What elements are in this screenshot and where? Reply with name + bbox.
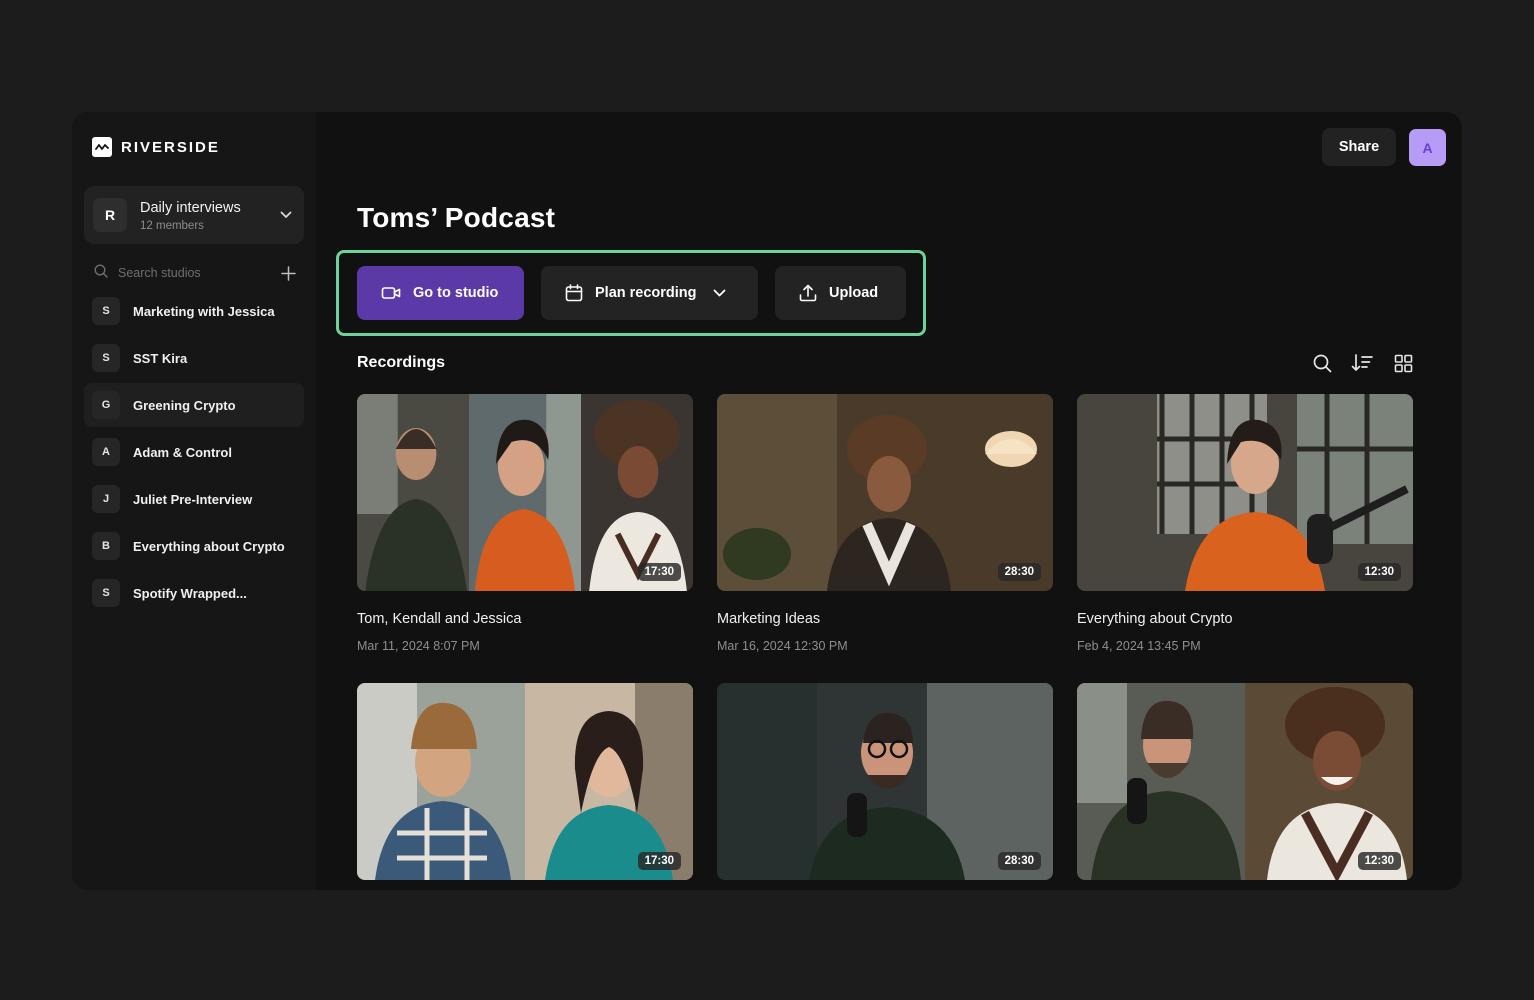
plan-recording-button[interactable]: Plan recording	[541, 266, 758, 320]
studio-badge: S	[92, 297, 120, 325]
recording-title: Tom, Kendall and Jessica	[357, 611, 522, 627]
recording-date: Feb 4, 2024 13:45 PM	[1077, 639, 1201, 653]
studio-item[interactable]: B Everything about Crypto	[84, 524, 304, 568]
brand-name: RIVERSIDE	[121, 138, 220, 156]
recording-duration: 28:30	[997, 852, 1041, 870]
recording-title: Marketing Ideas	[717, 611, 821, 627]
recordings-title: Recordings	[357, 354, 446, 371]
studio-item[interactable]: J Juliet Pre-Interview	[84, 477, 304, 521]
studio-name: Adam & Control	[133, 444, 232, 460]
workspace-members: 12 members	[140, 219, 204, 232]
studio-name: Everything about Crypto	[133, 538, 285, 554]
participant-video	[1077, 394, 1413, 591]
grid-view-icon[interactable]	[1392, 352, 1414, 374]
recording-duration: 12:30	[1357, 852, 1401, 870]
recording-card[interactable]: 17:30 Tom, Kendall and Jessica Mar 11, 2…	[357, 394, 693, 653]
participant-video	[1245, 683, 1413, 880]
recording-thumbnail: 17:30	[357, 394, 693, 591]
main-content: Share A Toms’ Podcast Go to studio Plan …	[316, 112, 1462, 890]
recording-card[interactable]: 28:30	[717, 683, 1053, 880]
recording-duration: 12:30	[1357, 563, 1401, 581]
studio-badge: S	[92, 344, 120, 372]
plus-icon[interactable]	[281, 265, 296, 281]
upload-icon	[799, 284, 817, 302]
studio-search	[84, 262, 304, 284]
studio-item[interactable]: A Adam & Control	[84, 430, 304, 474]
chevron-down-icon	[713, 289, 726, 297]
recording-thumbnail: 28:30	[717, 683, 1053, 880]
studio-item-active[interactable]: G Greening Crypto	[84, 383, 304, 427]
recording-title: Everything about Crypto	[1077, 611, 1233, 627]
recording-thumbnail: 28:30	[717, 394, 1053, 591]
studio-item[interactable]: S Marketing with Jessica	[84, 289, 304, 333]
search-icon[interactable]	[1311, 352, 1333, 374]
recording-card[interactable]: 28:30 Marketing Ideas Mar 16, 2024 12:30…	[717, 394, 1053, 653]
app-window: RIVERSIDE R Daily interviews 12 members	[72, 112, 1462, 890]
upload-button[interactable]: Upload	[775, 266, 906, 320]
studio-name: Spotify Wrapped...	[133, 585, 247, 601]
share-button[interactable]: Share	[1322, 128, 1396, 166]
brand-logo[interactable]: RIVERSIDE	[84, 136, 304, 158]
upload-label: Upload	[829, 285, 879, 301]
participant-video	[1077, 683, 1245, 880]
workspace-info: Daily interviews 12 members	[140, 199, 280, 232]
studio-badge: J	[92, 485, 120, 513]
studio-name: SST Kira	[133, 350, 188, 366]
studio-badge: G	[92, 391, 120, 419]
participant-video	[717, 683, 1053, 880]
studio-name: Marketing with Jessica	[133, 303, 275, 319]
studio-badge: A	[92, 438, 120, 466]
recording-thumbnail: 17:30	[357, 683, 693, 880]
calendar-icon	[565, 284, 583, 302]
studio-item[interactable]: S SST Kira	[84, 336, 304, 380]
recording-duration: 17:30	[637, 852, 681, 870]
video-camera-icon	[381, 285, 401, 301]
studio-list: S Marketing with Jessica S SST Kira G Gr…	[84, 289, 304, 615]
search-studios-input[interactable]	[118, 266, 281, 280]
studio-name: Greening Crypto	[133, 397, 236, 413]
participant-video	[581, 394, 693, 591]
recording-date: Mar 11, 2024 8:07 PM	[357, 639, 480, 653]
recording-date: Mar 16, 2024 12:30 PM	[717, 639, 848, 653]
studio-item[interactable]: S Spotify Wrapped...	[84, 571, 304, 615]
chevron-down-icon	[280, 206, 292, 224]
participant-video	[357, 394, 469, 591]
sidebar: RIVERSIDE R Daily interviews 12 members	[72, 112, 316, 890]
recording-card[interactable]: 12:30	[1077, 683, 1413, 880]
page-title: Toms’ Podcast	[357, 202, 556, 233]
recording-thumbnail: 12:30	[1077, 683, 1413, 880]
workspace-avatar: R	[93, 198, 127, 232]
participant-video	[525, 683, 693, 880]
recording-duration: 17:30	[637, 563, 681, 581]
recording-thumbnail: 12:30	[1077, 394, 1413, 591]
user-avatar[interactable]: A	[1409, 129, 1446, 166]
go-to-studio-button[interactable]: Go to studio	[357, 266, 524, 320]
recording-duration: 28:30	[997, 563, 1041, 581]
studio-name: Juliet Pre-Interview	[133, 491, 253, 507]
workspace-switcher[interactable]: R Daily interviews 12 members	[84, 186, 304, 244]
participant-video	[469, 394, 581, 591]
studio-badge: B	[92, 532, 120, 560]
studio-badge: S	[92, 579, 120, 607]
participant-video	[357, 683, 525, 880]
go-to-studio-label: Go to studio	[413, 285, 499, 301]
plan-recording-label: Plan recording	[595, 285, 697, 301]
search-icon	[94, 263, 108, 283]
riverside-logo-icon	[92, 137, 112, 157]
recording-card[interactable]: 17:30	[357, 683, 693, 880]
recording-card[interactable]: 12:30 Everything about Crypto Feb 4, 202…	[1077, 394, 1413, 653]
participant-video	[717, 394, 1053, 591]
sort-icon[interactable]	[1351, 352, 1373, 374]
workspace-name: Daily interviews	[140, 199, 241, 216]
